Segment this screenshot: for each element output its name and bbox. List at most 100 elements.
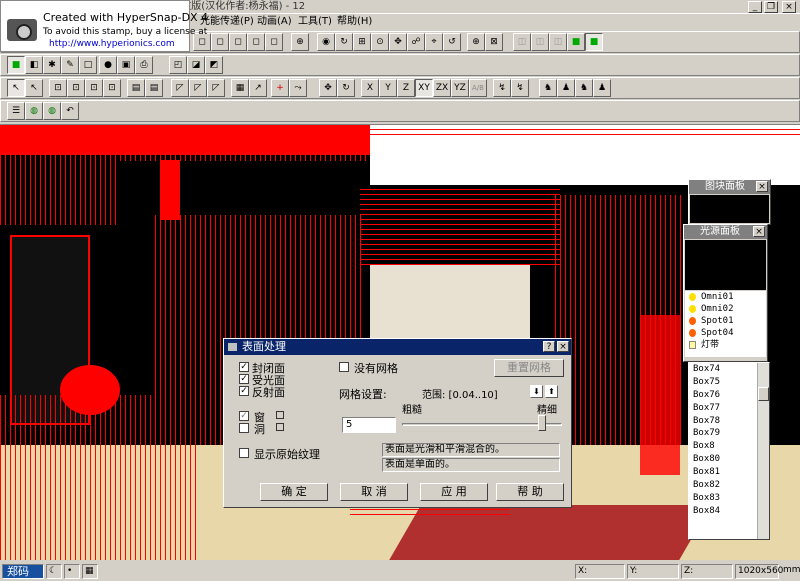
select-material-icon[interactable]: ⊡ [103, 79, 121, 97]
select-all-icon[interactable]: ◸ [189, 79, 207, 97]
back-arrow-icon[interactable]: ↶ [61, 102, 79, 120]
close-button[interactable]: × [782, 1, 796, 13]
figure-jump-icon[interactable]: ♟ [593, 79, 611, 97]
zoom-all-icon[interactable]: ⊕ [291, 33, 309, 51]
select-none-icon[interactable]: ◸ [207, 79, 225, 97]
mesh-slider-thumb[interactable] [538, 415, 546, 431]
receive-light-checkbox[interactable]: ✓ [239, 374, 249, 384]
hidden-cube-icon[interactable]: ◫ [531, 33, 549, 51]
zoom-icon[interactable]: ⊙ [371, 33, 389, 51]
ime-indicator[interactable]: 郑码 [2, 564, 44, 579]
help-button[interactable]: 帮 助 [496, 483, 564, 501]
light-icon[interactable]: ✱ [43, 56, 61, 74]
light-item[interactable]: Omni01 [685, 291, 766, 303]
no-mesh-checkbox[interactable] [339, 362, 349, 372]
pointer-add-icon[interactable]: ↖ [25, 79, 43, 97]
solid-cube-icon[interactable]: ■ [567, 33, 585, 51]
select-window-icon[interactable]: ⊡ [49, 79, 67, 97]
eye-icon[interactable]: ◉ [317, 33, 335, 51]
figure-run-icon[interactable]: ♞ [575, 79, 593, 97]
stamp-link[interactable]: http://www.hyperionics.com [49, 39, 175, 49]
pointer-icon[interactable]: ↖ [7, 79, 25, 97]
plane-abs-button[interactable]: A/B [469, 79, 487, 97]
menu-animation[interactable]: 动画(A) [257, 14, 292, 30]
aim-light-icon[interactable]: ↯ [511, 79, 529, 97]
select-box-icon[interactable]: ◰ [169, 56, 187, 74]
print-icon[interactable]: ⎙ [135, 56, 153, 74]
properties-icon[interactable]: ▦ [231, 79, 249, 97]
restore-button[interactable]: ❐ [764, 1, 778, 13]
move-icon[interactable]: ✥ [319, 79, 337, 97]
dialog-help-button[interactable]: ? [543, 341, 555, 352]
add-point-icon[interactable]: + [271, 79, 289, 97]
wire-cube-icon[interactable]: ◫ [513, 33, 531, 51]
original-texture-checkbox[interactable] [239, 448, 249, 458]
dialog-titlebar[interactable]: 表面处理 ? × [224, 339, 571, 355]
light-item[interactable]: Spot01 [685, 315, 766, 327]
window-checkbox[interactable]: ✓ [239, 411, 249, 421]
plane-zx-button[interactable]: ZX [433, 79, 451, 97]
zoom-extents-icon[interactable]: ⊠ [485, 33, 503, 51]
arrow-edit-icon[interactable]: ↗ [249, 79, 267, 97]
view-persp-icon[interactable]: ◻ [265, 33, 283, 51]
render-icon[interactable]: ◍ [43, 102, 61, 120]
hole-checkbox[interactable] [239, 423, 249, 433]
ime-keyboard-icon[interactable]: ▦ [82, 564, 98, 579]
copy-icon[interactable]: ▤ [127, 79, 145, 97]
light-item[interactable]: 灯带 [685, 339, 766, 351]
box-list-scrollbar[interactable] [757, 363, 769, 539]
select-layer-icon[interactable]: ⊡ [85, 79, 103, 97]
paste-icon[interactable]: ▤ [145, 79, 163, 97]
globe-icon[interactable]: ◍ [25, 102, 43, 120]
path-icon[interactable]: ⤳ [289, 79, 307, 97]
dialog-close-button[interactable]: × [557, 341, 569, 352]
light-panel-close-button[interactable]: × [753, 226, 765, 237]
pencil-icon[interactable]: ✎ [61, 56, 79, 74]
apply-button[interactable]: 应 用 [420, 483, 488, 501]
ime-dot-icon[interactable]: • [64, 564, 80, 579]
shaded-cube-icon[interactable]: ◫ [549, 33, 567, 51]
mesh-value-input[interactable]: 5 [342, 417, 396, 433]
move-light-icon[interactable]: ↯ [493, 79, 511, 97]
ime-moon-icon[interactable]: ☾ [46, 564, 62, 579]
range-down-icon[interactable]: ⬇ [530, 385, 543, 398]
pan-icon[interactable]: ✥ [389, 33, 407, 51]
minimize-button[interactable]: _ [748, 1, 762, 13]
select-poly-icon[interactable]: ◸ [171, 79, 189, 97]
select-surface-icon[interactable]: ◪ [187, 56, 205, 74]
closed-surface-checkbox[interactable]: ✓ [239, 362, 249, 372]
range-up-icon[interactable]: ⬆ [545, 385, 558, 398]
select-block-icon[interactable]: ◩ [205, 56, 223, 74]
figure-walk-icon[interactable]: ♞ [539, 79, 557, 97]
axis-y-button[interactable]: Y [379, 79, 397, 97]
window-icon[interactable]: ▣ [117, 56, 135, 74]
plane-xy-button[interactable]: XY [415, 79, 433, 97]
camera-look-icon[interactable]: ⌖ [425, 33, 443, 51]
material-icon[interactable]: ◧ [25, 56, 43, 74]
plane-yz-button[interactable]: YZ [451, 79, 469, 97]
menu-help[interactable]: 帮助(H) [337, 14, 372, 30]
axis-z-button[interactable]: Z [397, 79, 415, 97]
light-item[interactable]: Spot04 [685, 327, 766, 339]
ok-button[interactable]: 确 定 [260, 483, 328, 501]
menu-tools[interactable]: 工具(T) [298, 14, 332, 30]
zoom-window-icon[interactable]: ⊞ [353, 33, 371, 51]
square-icon[interactable]: □ [79, 56, 97, 74]
view-side-icon[interactable]: ◻ [229, 33, 247, 51]
select-cross-icon[interactable]: ⊡ [67, 79, 85, 97]
sphere-icon[interactable]: ● [99, 56, 117, 74]
textured-cube-icon[interactable]: ■ [585, 33, 603, 51]
block-panel-close-button[interactable]: × [756, 181, 768, 192]
light-panel-titlebar[interactable]: 光源面板 × [684, 225, 767, 239]
reset-mesh-button[interactable]: 重置网格 [494, 359, 564, 377]
fit-view-icon[interactable]: ⊕ [467, 33, 485, 51]
layers-stack-icon[interactable]: ☰ [7, 102, 25, 120]
cancel-button[interactable]: 取 消 [340, 483, 408, 501]
reflect-checkbox[interactable]: ✓ [239, 386, 249, 396]
light-item[interactable]: Omni02 [685, 303, 766, 315]
figure-stand-icon[interactable]: ♟ [557, 79, 575, 97]
rotate-object-icon[interactable]: ↻ [337, 79, 355, 97]
block-panel-titlebar[interactable]: 图块面板 × [689, 180, 770, 194]
layer-icon[interactable]: ■ [7, 56, 25, 74]
rotate-icon[interactable]: ↺ [443, 33, 461, 51]
